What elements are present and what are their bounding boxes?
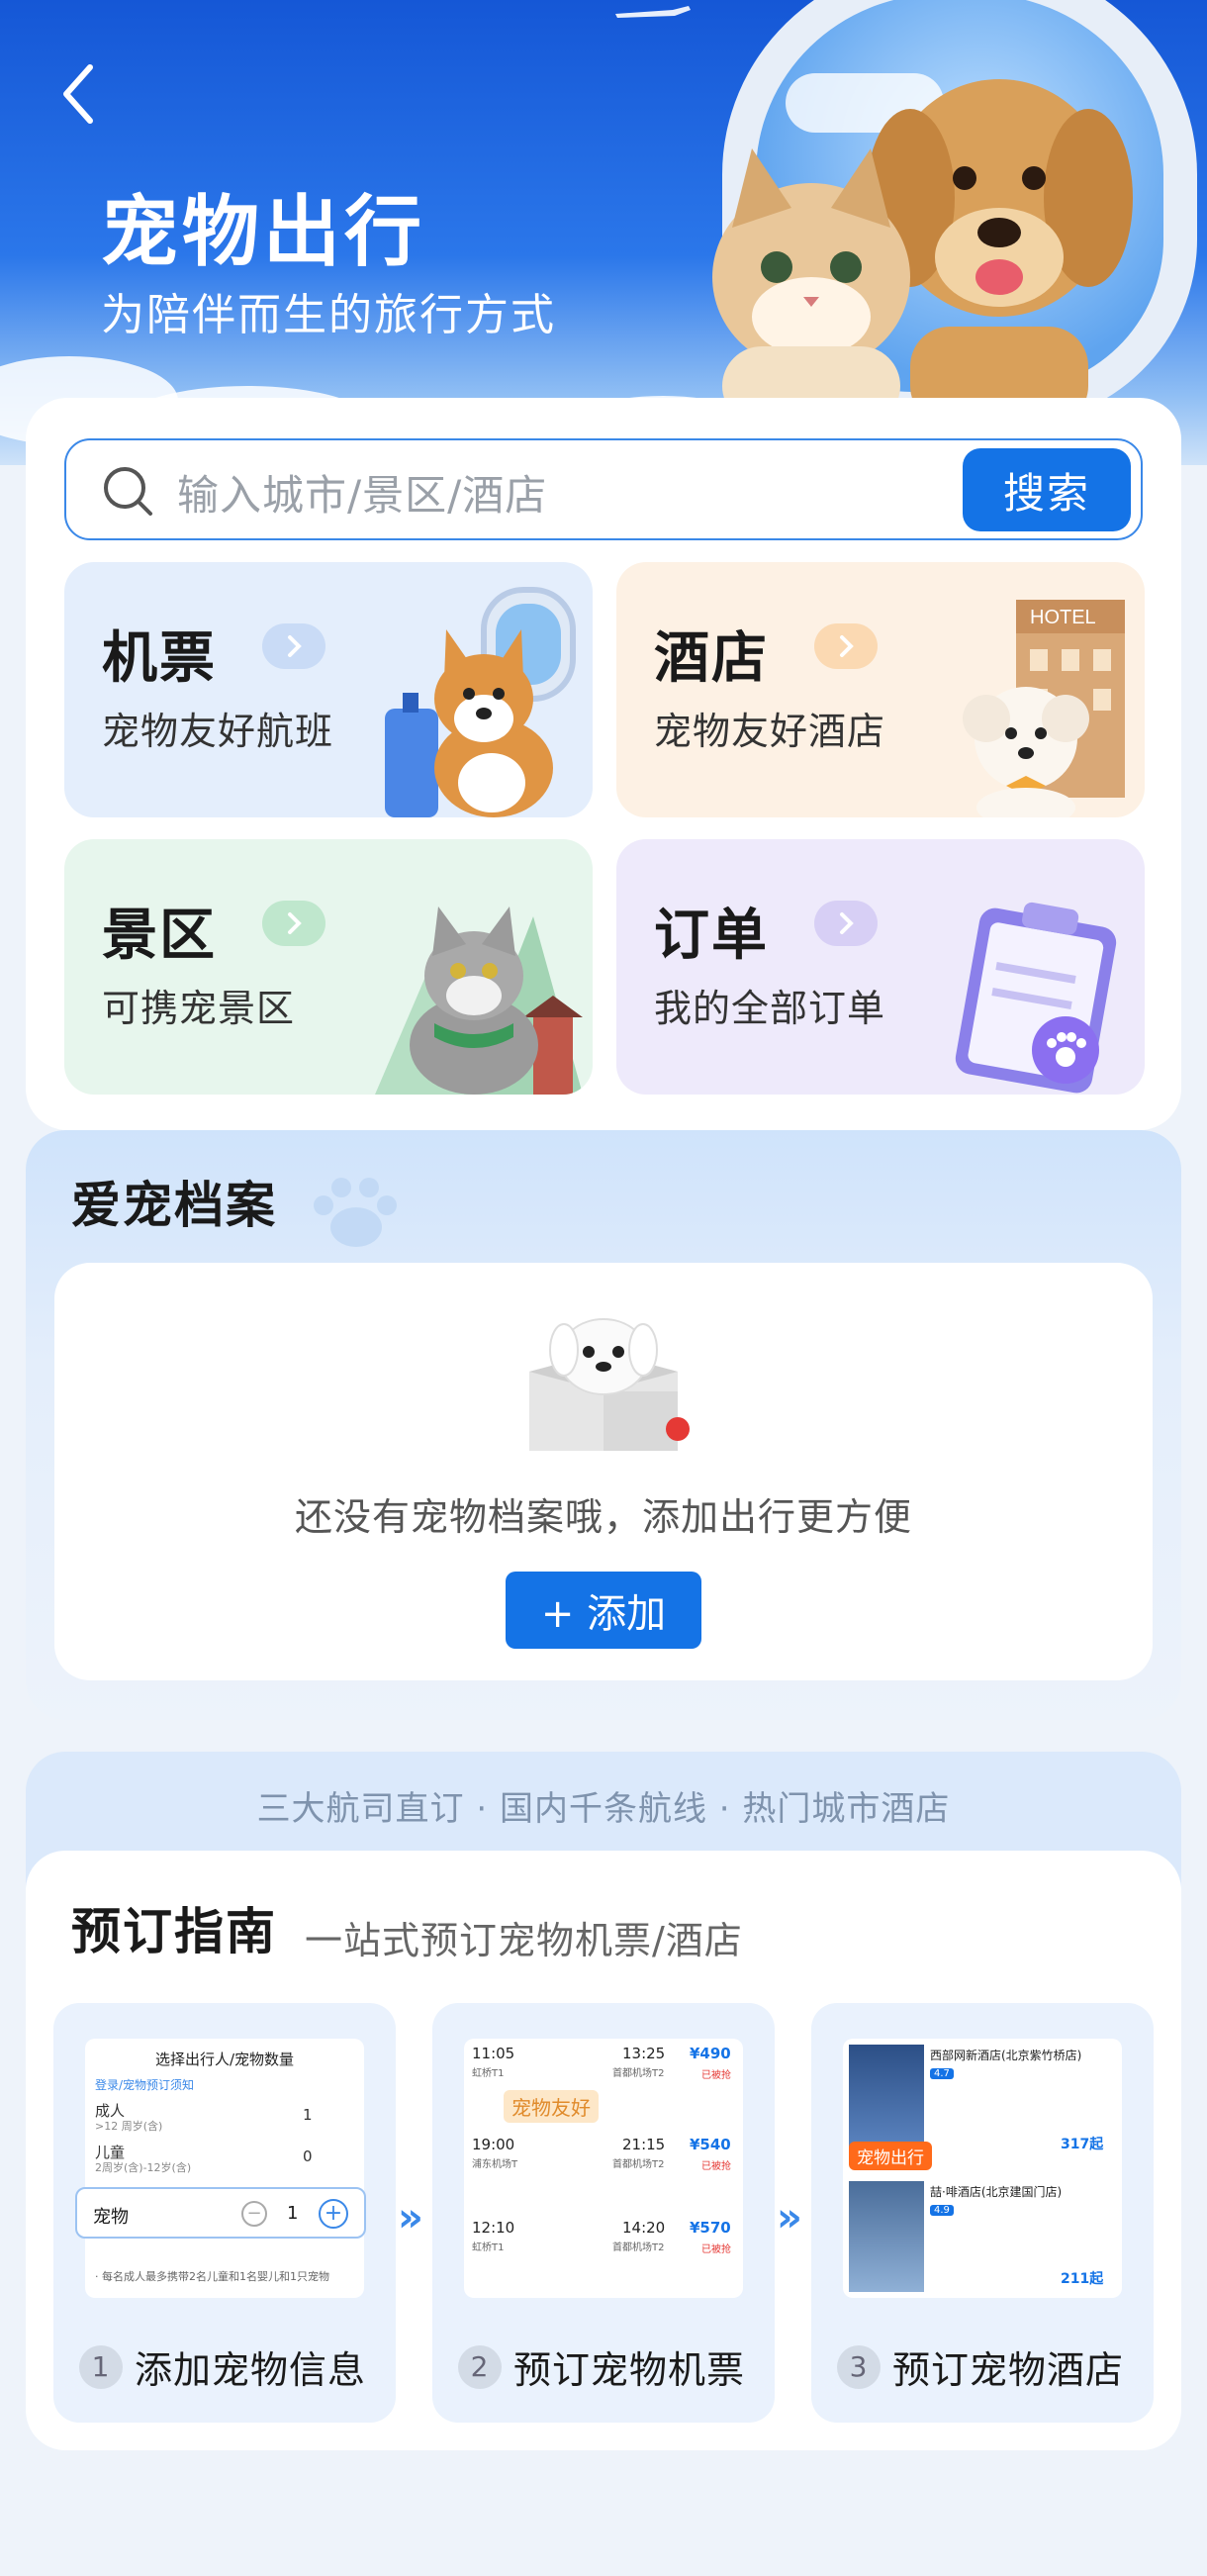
flight-price: ¥540	[690, 2136, 731, 2153]
pet-friendly-badge: 宠物友好	[504, 2090, 599, 2123]
plus-icon: +	[319, 2199, 348, 2229]
flight-arr: 21:15	[622, 2136, 666, 2153]
guide-step-book-flight[interactable]: 11:05 13:25 ¥490 虹桥T1 首都机场T2 已被抢 宠物友好 19…	[432, 2003, 775, 2423]
guide-subtitle: 一站式预订宠物机票/酒店	[305, 1919, 743, 1962]
search-input[interactable]: 输入城市/景区/酒店	[177, 462, 547, 523]
step-text: 预订宠物酒店	[892, 2348, 1125, 2392]
back-button[interactable]	[54, 59, 104, 129]
flight-arr: 13:25	[622, 2045, 666, 2062]
search-button[interactable]: 搜索	[963, 448, 1131, 531]
guide-step-book-hotel[interactable]: 西部网新酒店(北京紫竹桥店) 4.7 317起 宠物出行 喆·啡酒店(北京建国门…	[811, 2003, 1154, 2423]
step-label: 1 添加宠物信息	[79, 2339, 366, 2394]
mini-notice: 登录/宠物预订须知	[95, 2078, 195, 2092]
flight-from: 虹桥T1	[472, 2068, 505, 2079]
double-chevron-icon: »	[398, 2195, 423, 2241]
mini-adult-note: >12 周岁(含)	[95, 2120, 163, 2133]
tile-subtitle: 宠物友好航班	[102, 710, 334, 753]
flight-to: 首都机场T2	[612, 2242, 665, 2253]
hero-banner: 宠物出行 为陪伴而生的旅行方式	[0, 0, 1207, 465]
chevron-right-icon	[814, 901, 878, 946]
flight-dep: 19:00	[472, 2136, 515, 2153]
step-text: 添加宠物信息	[135, 2348, 367, 2392]
cat-dog-illustration	[712, 79, 1133, 426]
flight-from: 虹桥T1	[472, 2242, 505, 2253]
tile-orders[interactable]: 订单 我的全部订单	[616, 839, 1145, 1095]
svg-text:HOTEL: HOTEL	[1030, 607, 1096, 628]
mini-child-note: 2周岁(含)-12岁(含)	[95, 2161, 192, 2174]
pet-empty-message: 还没有宠物档案哦，添加出行更方便	[294, 1495, 912, 1539]
mini-header: 选择出行人/宠物数量	[154, 2051, 295, 2068]
pet-travel-badge: 宠物出行	[849, 2142, 932, 2170]
step-screenshot-hotels: 西部网新酒店(北京紫竹桥店) 4.7 317起 宠物出行 喆·啡酒店(北京建国门…	[843, 2039, 1122, 2298]
hotel-name: 西部网新酒店(北京紫竹桥店)	[930, 2049, 1082, 2062]
step-number: 1	[79, 2344, 123, 2389]
step-number: 3	[837, 2344, 881, 2389]
tile-hotel[interactable]: 酒店 宠物友好酒店 HOTEL	[616, 562, 1145, 817]
step-label: 3 预订宠物酒店	[837, 2339, 1124, 2394]
chevron-left-icon	[63, 64, 93, 124]
chevron-right-icon	[814, 623, 878, 669]
tile-title: 订单	[654, 904, 769, 968]
step-number: 2	[458, 2344, 502, 2389]
guide-title: 预订指南	[71, 1903, 277, 1960]
cat-scenic-illustration	[375, 906, 583, 1095]
chevron-right-icon	[262, 623, 325, 669]
tile-title: 机票	[102, 626, 217, 691]
hotel-score: 4.9	[930, 2205, 954, 2216]
hotel-photo	[849, 2181, 924, 2292]
poodle-hotel-illustration: HOTEL	[963, 600, 1125, 817]
page-subtitle: 为陪伴而生的旅行方式	[101, 290, 556, 340]
double-chevron-icon: »	[777, 2195, 802, 2241]
tile-subtitle: 可携宠景区	[102, 987, 296, 1030]
chevron-right-icon	[262, 901, 325, 946]
clipboard-paw-illustration	[955, 902, 1117, 1094]
step-screenshot-flights: 11:05 13:25 ¥490 虹桥T1 首都机场T2 已被抢 宠物友好 19…	[464, 2039, 743, 2298]
pet-profile-card: 还没有宠物档案哦，添加出行更方便 + 添加	[54, 1263, 1153, 1680]
flight-tag: 已被抢	[701, 2244, 731, 2255]
tile-subtitle: 我的全部订单	[654, 987, 886, 1030]
paw-icon	[314, 1178, 397, 1247]
pet-profile-title: 爱宠档案	[71, 1177, 277, 1234]
hotel-price: 211起	[1061, 2271, 1104, 2287]
step-text: 预订宠物机票	[513, 2348, 746, 2392]
mini-footer: · 每名成人最多携带2名儿童和1名婴儿和1只宠物	[95, 2270, 329, 2283]
tile-flights[interactable]: 机票 宠物友好航班	[64, 562, 593, 817]
hotel-name: 喆·啡酒店(北京建国门店)	[930, 2185, 1063, 2199]
flight-dep: 12:10	[472, 2219, 515, 2237]
flight-from: 浦东机场T	[472, 2159, 518, 2170]
tile-subtitle: 宠物友好酒店	[654, 710, 886, 753]
flight-tag: 已被抢	[701, 2161, 731, 2172]
corgi-luggage-illustration	[385, 587, 576, 817]
flight-tag: 已被抢	[701, 2070, 731, 2081]
flight-dep: 11:05	[472, 2045, 515, 2062]
guide-banner: 三大航司直订 · 国内千条航线 · 热门城市酒店	[256, 1789, 951, 1829]
hotel-price: 317起	[1061, 2137, 1104, 2152]
mini-pet-count: 1	[287, 2203, 299, 2224]
mini-child-count: 0	[303, 2147, 313, 2165]
flight-price: ¥570	[690, 2219, 731, 2237]
dog-in-box-illustration	[529, 1318, 690, 1451]
flight-to: 首都机场T2	[612, 2159, 665, 2170]
step-screenshot-pet-info: 选择出行人/宠物数量 登录/宠物预订须知 成人 >12 周岁(含) 1 儿童 2…	[85, 2039, 364, 2298]
search-icon	[104, 467, 152, 516]
hotel-score: 4.7	[930, 2068, 954, 2079]
flight-arr: 14:20	[622, 2219, 666, 2237]
tile-title: 景区	[102, 904, 217, 968]
tile-scenic[interactable]: 景区 可携宠景区	[64, 839, 593, 1095]
flight-to: 首都机场T2	[612, 2068, 665, 2079]
page-title: 宠物出行	[101, 188, 426, 277]
mini-pet: 宠物	[93, 2207, 129, 2228]
airplane-icon	[615, 6, 691, 18]
hotel-photo	[849, 2045, 924, 2153]
pet-count-row: 宠物 − 1 +	[75, 2187, 366, 2239]
mini-adult-count: 1	[303, 2106, 313, 2124]
add-pet-button[interactable]: + 添加	[506, 1572, 701, 1649]
step-label: 2 预订宠物机票	[458, 2339, 745, 2394]
minus-icon: −	[241, 2201, 267, 2227]
guide-step-add-pet[interactable]: 选择出行人/宠物数量 登录/宠物预订须知 成人 >12 周岁(含) 1 儿童 2…	[53, 2003, 396, 2423]
flight-price: ¥490	[690, 2045, 731, 2062]
tile-title: 酒店	[654, 626, 769, 691]
search-bar[interactable]: 输入城市/景区/酒店 搜索	[64, 438, 1143, 540]
